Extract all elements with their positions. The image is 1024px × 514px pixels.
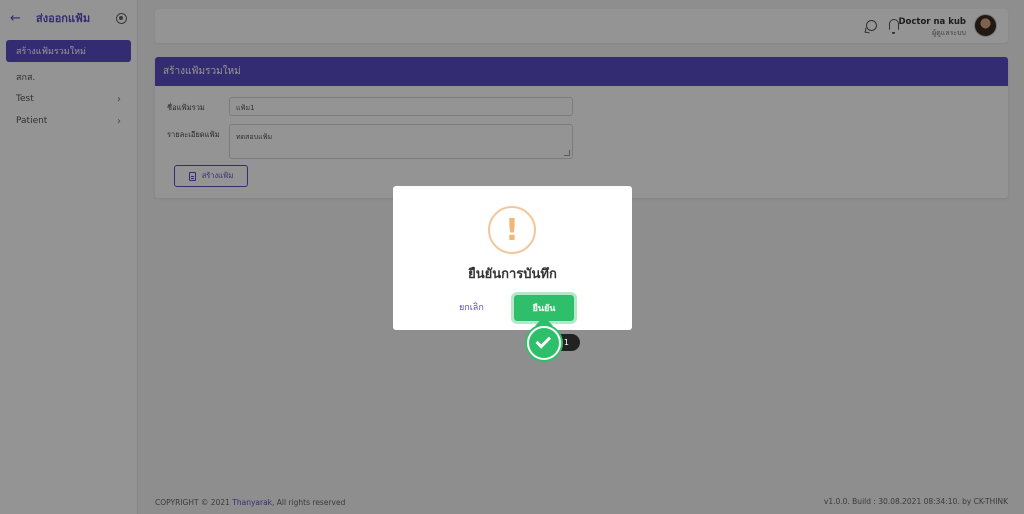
- cancel-button[interactable]: ยกเลิก: [459, 300, 484, 314]
- confirm-dialog: ! ยืนยันการบันทึก ยกเลิก ยืนยัน: [393, 186, 632, 330]
- warning-icon: !: [488, 206, 536, 254]
- checkmark-glyph: [535, 333, 552, 349]
- check-icon: [527, 326, 561, 360]
- dialog-title: ยืนยันการบันทึก: [468, 267, 557, 282]
- pointer-arrow-icon: [535, 316, 553, 326]
